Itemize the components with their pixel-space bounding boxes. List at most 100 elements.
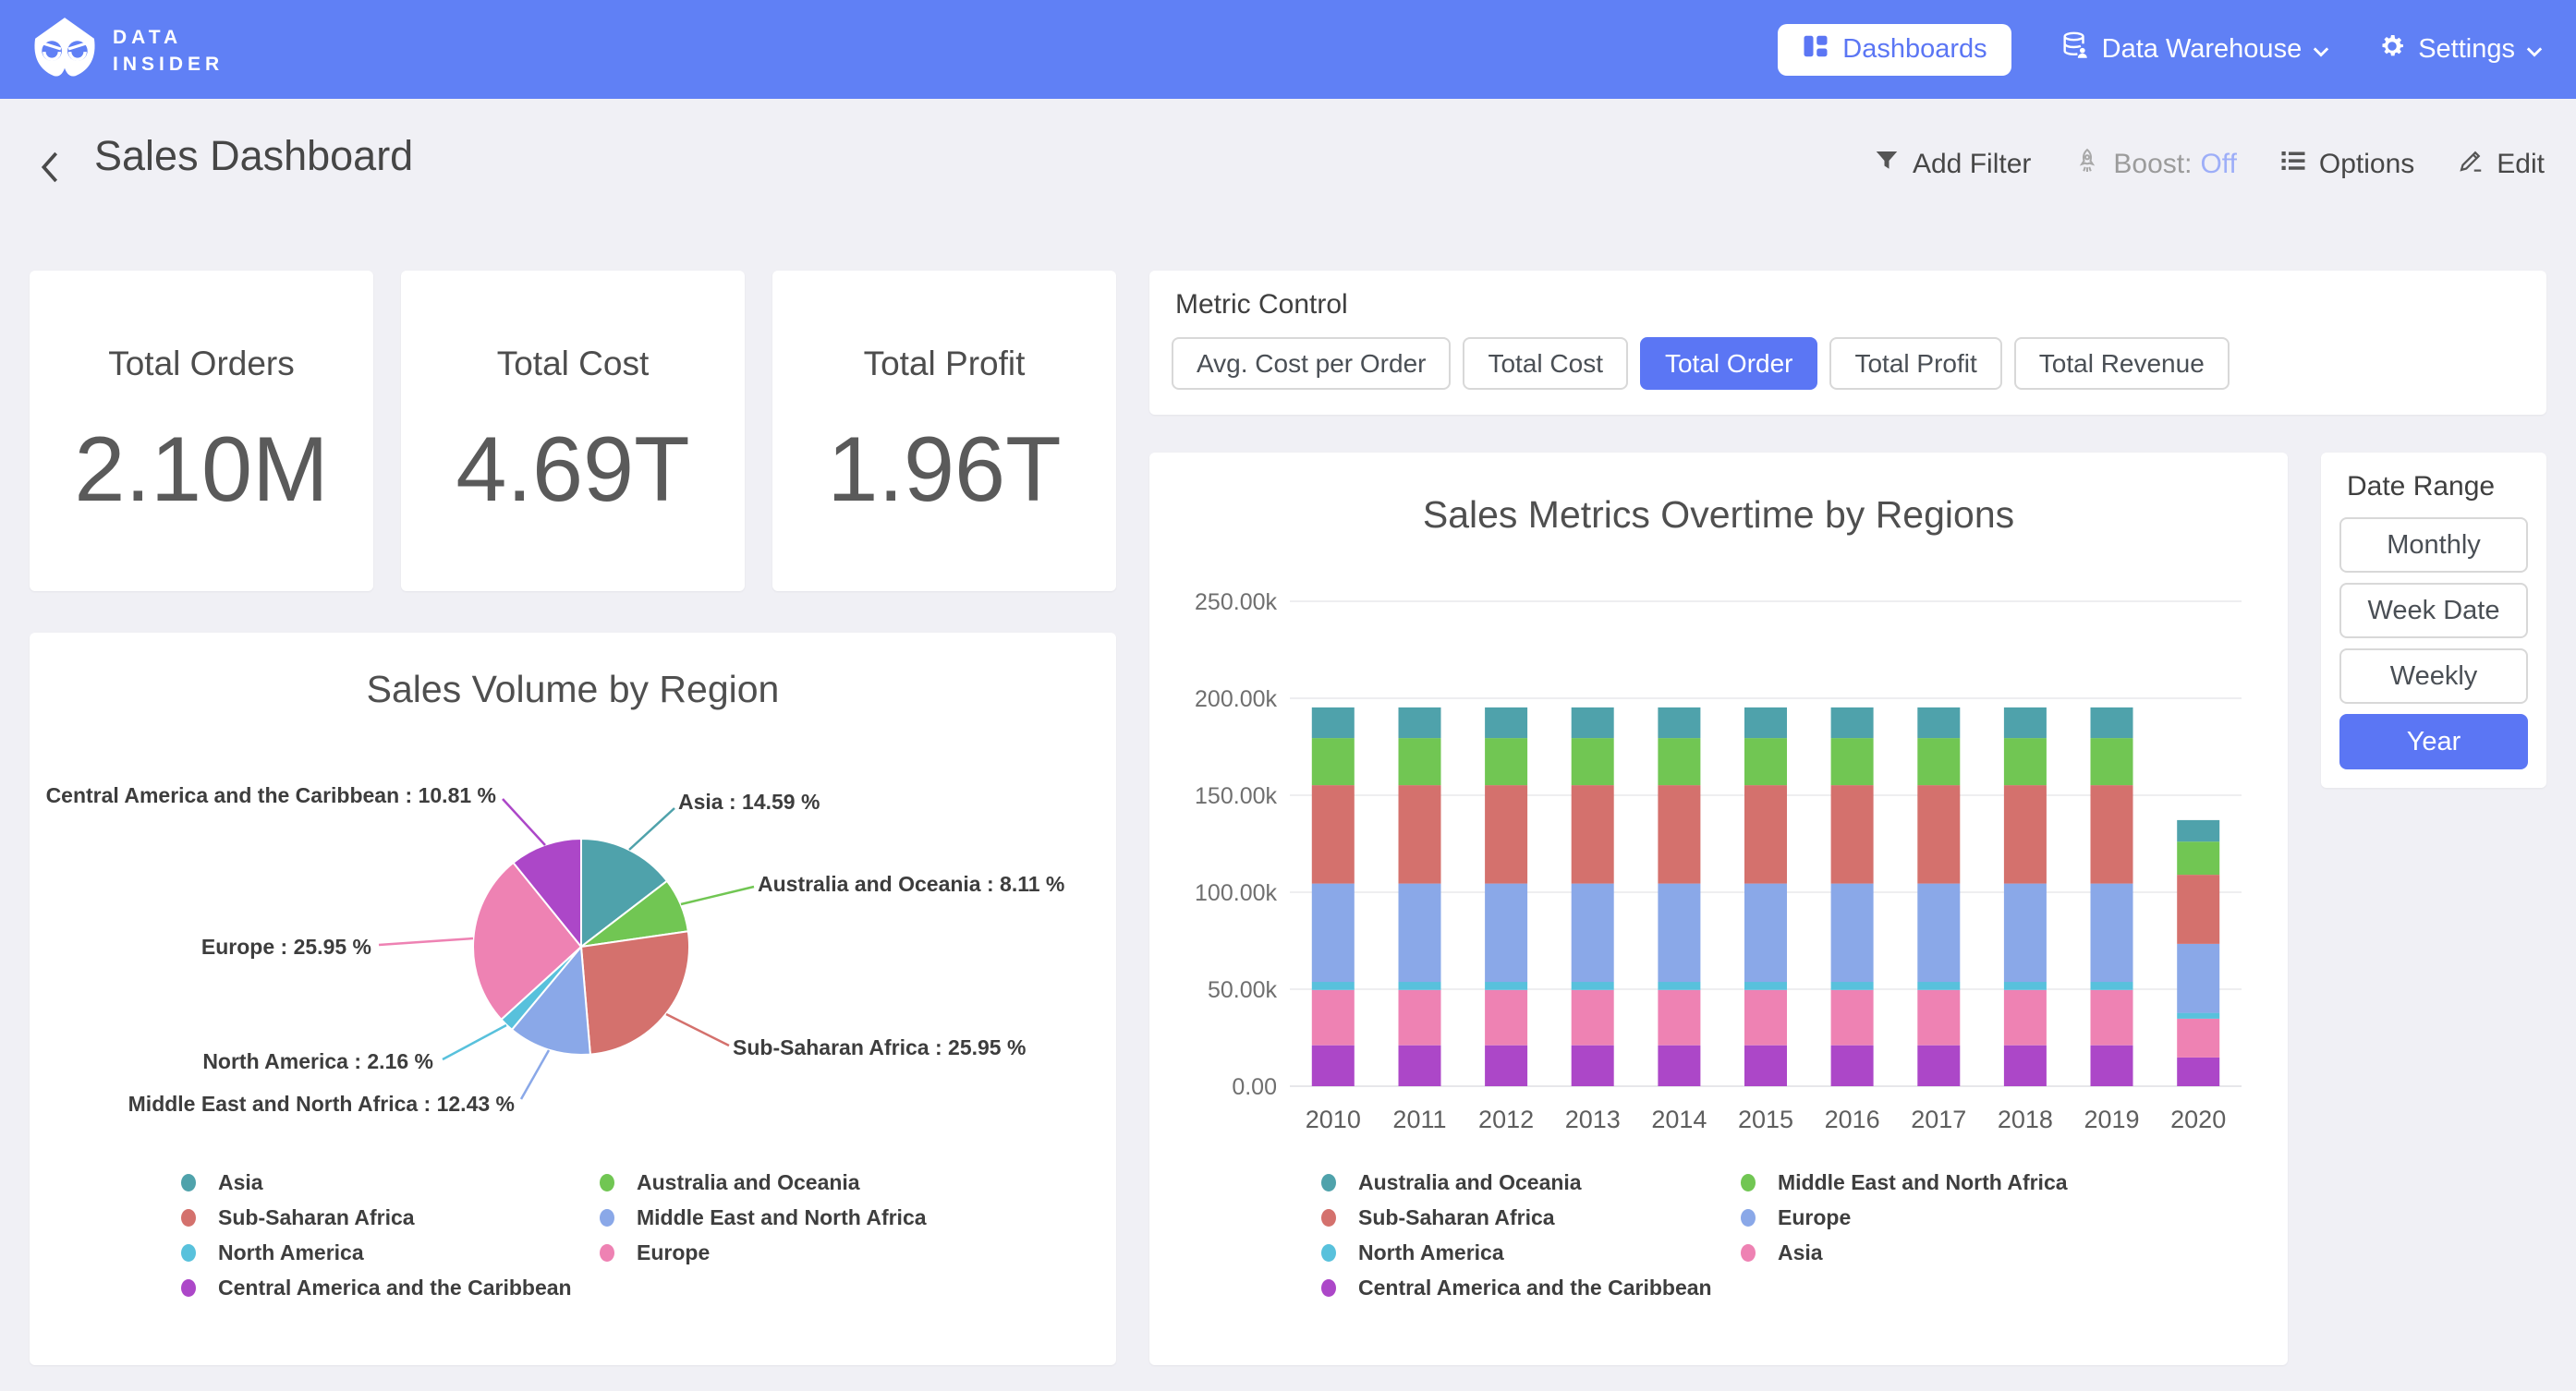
legend-item-australia-and-oceania[interactable]: Australia and Oceania	[600, 1165, 927, 1200]
bar-segment-2017-asia[interactable]	[1917, 990, 1960, 1046]
bar-segment-2015-sub-saharan-africa[interactable]	[1744, 785, 1787, 884]
bar-segment-2014-middle-east-and-north-africa[interactable]	[1658, 738, 1700, 785]
pie-slice-sub-saharan-africa[interactable]	[581, 931, 689, 1054]
bar-segment-2014-sub-saharan-africa[interactable]	[1658, 785, 1700, 884]
metric-button-total-cost[interactable]: Total Cost	[1463, 337, 1628, 390]
bar-segment-2014-australia-and-oceania[interactable]	[1658, 708, 1700, 738]
legend-item-asia[interactable]: Asia	[181, 1165, 572, 1200]
bar-segment-2019-sub-saharan-africa[interactable]	[2091, 785, 2133, 884]
nav-data-warehouse[interactable]: Data Warehouse	[2060, 30, 2330, 69]
bar-segment-2018-north-america[interactable]	[2004, 982, 2047, 990]
bar-segment-2019-middle-east-and-north-africa[interactable]	[2091, 738, 2133, 785]
date-range-week-date[interactable]: Week Date	[2339, 583, 2528, 638]
legend-item-central-america-and-the-caribbean[interactable]: Central America and the Caribbean	[181, 1270, 572, 1305]
bar-segment-2016-central-america-and-the-caribbean[interactable]	[1831, 1046, 1874, 1086]
bar-segment-2010-europe[interactable]	[1312, 884, 1355, 983]
bar-segment-2015-europe[interactable]	[1744, 884, 1787, 983]
bar-segment-2019-asia[interactable]	[2091, 990, 2133, 1046]
bar-segment-2020-europe[interactable]	[2177, 944, 2219, 1013]
bar-segment-2016-sub-saharan-africa[interactable]	[1831, 785, 1874, 884]
date-range-year[interactable]: Year	[2339, 714, 2528, 769]
bar-segment-2019-central-america-and-the-caribbean[interactable]	[2091, 1046, 2133, 1086]
bar-segment-2018-europe[interactable]	[2004, 884, 2047, 983]
bar-segment-2015-central-america-and-the-caribbean[interactable]	[1744, 1046, 1787, 1086]
bar-segment-2011-north-america[interactable]	[1399, 982, 1441, 990]
bar-segment-2020-north-america[interactable]	[2177, 1013, 2219, 1019]
bar-segment-2011-central-america-and-the-caribbean[interactable]	[1399, 1046, 1441, 1086]
bar-segment-2017-europe[interactable]	[1917, 884, 1960, 983]
edit-button[interactable]: Edit	[2457, 147, 2545, 182]
bar-segment-2020-asia[interactable]	[2177, 1019, 2219, 1058]
bar-segment-2012-middle-east-and-north-africa[interactable]	[1485, 738, 1527, 785]
bar-segment-2010-north-america[interactable]	[1312, 982, 1355, 990]
bar-segment-2012-asia[interactable]	[1485, 990, 1527, 1046]
bar-segment-2014-north-america[interactable]	[1658, 982, 1700, 990]
bar-segment-2016-asia[interactable]	[1831, 990, 1874, 1046]
legend-item-middle-east-and-north-africa[interactable]: Middle East and North Africa	[1741, 1165, 2068, 1200]
bar-segment-2015-middle-east-and-north-africa[interactable]	[1744, 738, 1787, 785]
legend-item-sub-saharan-africa[interactable]: Sub-Saharan Africa	[1321, 1200, 1712, 1235]
bar-segment-2011-australia-and-oceania[interactable]	[1399, 708, 1441, 738]
bar-segment-2012-north-america[interactable]	[1485, 982, 1527, 990]
bar-segment-2010-asia[interactable]	[1312, 990, 1355, 1046]
legend-item-north-america[interactable]: North America	[1321, 1235, 1712, 1270]
bar-segment-2020-sub-saharan-africa[interactable]	[2177, 875, 2219, 944]
bar-segment-2017-sub-saharan-africa[interactable]	[1917, 785, 1960, 884]
bar-segment-2019-europe[interactable]	[2091, 884, 2133, 983]
nav-dashboards[interactable]: Dashboards	[1778, 24, 2011, 76]
legend-item-europe[interactable]: Europe	[600, 1235, 927, 1270]
bar-segment-2011-sub-saharan-africa[interactable]	[1399, 785, 1441, 884]
bar-segment-2010-central-america-and-the-caribbean[interactable]	[1312, 1046, 1355, 1086]
bar-segment-2011-middle-east-and-north-africa[interactable]	[1399, 738, 1441, 785]
legend-item-asia[interactable]: Asia	[1741, 1235, 2068, 1270]
bar-segment-2017-central-america-and-the-caribbean[interactable]	[1917, 1046, 1960, 1086]
bar-segment-2018-asia[interactable]	[2004, 990, 2047, 1046]
date-range-weekly[interactable]: Weekly	[2339, 648, 2528, 704]
bar-segment-2013-sub-saharan-africa[interactable]	[1572, 785, 1614, 884]
bar-segment-2015-asia[interactable]	[1744, 990, 1787, 1046]
bar-segment-2016-middle-east-and-north-africa[interactable]	[1831, 738, 1874, 785]
bar-segment-2011-asia[interactable]	[1399, 990, 1441, 1046]
bar-segment-2013-north-america[interactable]	[1572, 982, 1614, 990]
bar-segment-2011-europe[interactable]	[1399, 884, 1441, 983]
bar-segment-2019-australia-and-oceania[interactable]	[2091, 708, 2133, 738]
bar-segment-2016-australia-and-oceania[interactable]	[1831, 708, 1874, 738]
bar-segment-2013-central-america-and-the-caribbean[interactable]	[1572, 1046, 1614, 1086]
bar-segment-2013-asia[interactable]	[1572, 990, 1614, 1046]
boost-toggle[interactable]: Boost: Off	[2073, 147, 2237, 182]
bar-segment-2014-central-america-and-the-caribbean[interactable]	[1658, 1046, 1700, 1086]
add-filter-button[interactable]: Add Filter	[1873, 147, 2031, 182]
bar-segment-2018-sub-saharan-africa[interactable]	[2004, 785, 2047, 884]
bar-segment-2015-north-america[interactable]	[1744, 982, 1787, 990]
bar-segment-2020-middle-east-and-north-africa[interactable]	[2177, 841, 2219, 875]
bar-segment-2020-central-america-and-the-caribbean[interactable]	[2177, 1058, 2219, 1086]
legend-item-central-america-and-the-caribbean[interactable]: Central America and the Caribbean	[1321, 1270, 1712, 1305]
legend-item-north-america[interactable]: North America	[181, 1235, 572, 1270]
back-button[interactable]	[35, 149, 67, 186]
bar-segment-2012-sub-saharan-africa[interactable]	[1485, 785, 1527, 884]
bar-segment-2020-australia-and-oceania[interactable]	[2177, 820, 2219, 841]
nav-settings[interactable]: Settings	[2377, 31, 2543, 68]
bar-segment-2013-australia-and-oceania[interactable]	[1572, 708, 1614, 738]
bar-segment-2014-europe[interactable]	[1658, 884, 1700, 983]
bar-segment-2013-europe[interactable]	[1572, 884, 1614, 983]
bar-segment-2010-australia-and-oceania[interactable]	[1312, 708, 1355, 738]
legend-item-sub-saharan-africa[interactable]: Sub-Saharan Africa	[181, 1200, 572, 1235]
bar-segment-2014-asia[interactable]	[1658, 990, 1700, 1046]
bar-segment-2018-central-america-and-the-caribbean[interactable]	[2004, 1046, 2047, 1086]
bar-segment-2010-sub-saharan-africa[interactable]	[1312, 785, 1355, 884]
bar-segment-2017-middle-east-and-north-africa[interactable]	[1917, 738, 1960, 785]
bar-segment-2012-europe[interactable]	[1485, 884, 1527, 983]
metric-button-total-revenue[interactable]: Total Revenue	[2014, 337, 2230, 390]
metric-button-total-profit[interactable]: Total Profit	[1829, 337, 2001, 390]
options-button[interactable]: Options	[2279, 147, 2414, 182]
legend-item-middle-east-and-north-africa[interactable]: Middle East and North Africa	[600, 1200, 927, 1235]
date-range-monthly[interactable]: Monthly	[2339, 517, 2528, 573]
bar-segment-2012-central-america-and-the-caribbean[interactable]	[1485, 1046, 1527, 1086]
bar-segment-2019-north-america[interactable]	[2091, 982, 2133, 990]
bar-segment-2018-middle-east-and-north-africa[interactable]	[2004, 738, 2047, 785]
legend-item-australia-and-oceania[interactable]: Australia and Oceania	[1321, 1165, 1712, 1200]
bar-segment-2018-australia-and-oceania[interactable]	[2004, 708, 2047, 738]
bar-segment-2010-middle-east-and-north-africa[interactable]	[1312, 738, 1355, 785]
legend-item-europe[interactable]: Europe	[1741, 1200, 2068, 1235]
